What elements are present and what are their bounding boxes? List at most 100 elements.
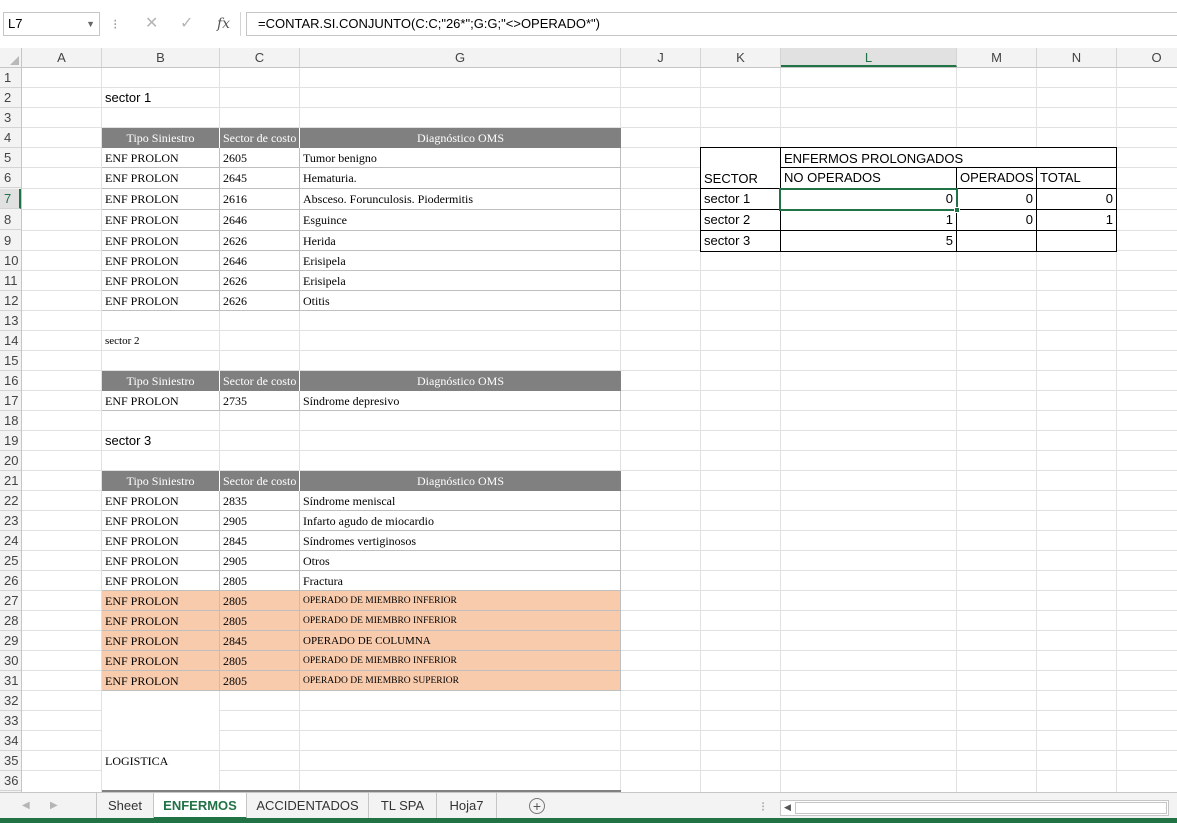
row-header[interactable]: 29 <box>0 631 21 651</box>
more-options-icon[interactable]: ⁝ <box>113 14 117 34</box>
table1-cell-tipo[interactable]: ENF PROLON <box>102 271 220 291</box>
row-header[interactable]: 1 <box>0 68 21 88</box>
horizontal-scrollbar[interactable]: ◀ <box>780 800 1169 816</box>
row-header[interactable]: 2 <box>0 88 21 108</box>
row-header[interactable]: 31 <box>0 671 21 691</box>
label-logistica[interactable]: LOGISTICA <box>102 751 219 771</box>
table3-cell-diagnostico[interactable]: Infarto agudo de miocardio <box>300 511 621 531</box>
table1-cell-diagnostico[interactable]: Hematuria. <box>300 168 621 189</box>
summary-header-total[interactable]: TOTAL <box>1037 168 1116 188</box>
summary-total[interactable]: 0 <box>1037 189 1116 209</box>
more-options-icon[interactable]: ⁝ <box>761 799 765 815</box>
tab-hoja7[interactable]: Hoja7 <box>437 793 497 819</box>
table3-header-sector[interactable]: Sector de costo <box>220 471 300 491</box>
enter-icon[interactable]: ✓ <box>180 14 193 34</box>
column-header-l[interactable]: L <box>781 48 957 67</box>
table1-cell-tipo[interactable]: ENF PROLON <box>102 189 220 210</box>
table3-cell-diagnostico[interactable]: OPERADO DE MIEMBRO SUPERIOR <box>300 671 621 691</box>
column-header-k[interactable]: K <box>701 48 781 67</box>
label-sector-1[interactable]: sector 1 <box>102 88 219 108</box>
table2-cell-sector[interactable]: 2735 <box>220 391 300 411</box>
row-header[interactable]: 19 <box>0 431 21 451</box>
summary-sector[interactable]: sector 2 <box>701 210 780 230</box>
add-sheet-icon[interactable]: + <box>529 798 545 814</box>
row-header[interactable]: 24 <box>0 531 21 551</box>
table3-cell-sector[interactable]: 2805 <box>220 651 300 671</box>
table3-cell-diagnostico[interactable]: Otros <box>300 551 621 571</box>
row-header[interactable]: 30 <box>0 651 21 671</box>
table3-cell-tipo[interactable]: ENF PROLON <box>102 611 220 631</box>
table2-header-diagnostico[interactable]: Diagnóstico OMS <box>300 371 621 391</box>
table3-cell-diagnostico[interactable]: Fractura <box>300 571 621 591</box>
row-header[interactable]: 20 <box>0 451 21 471</box>
label-sector-2[interactable]: sector 2 <box>102 331 219 351</box>
summary-no-operados[interactable]: 5 <box>781 231 956 251</box>
row-header[interactable]: 35 <box>0 751 21 771</box>
tab-sheet[interactable]: Sheet <box>96 793 154 819</box>
table1-cell-sector[interactable]: 2626 <box>220 271 300 291</box>
table1-cell-sector[interactable]: 2626 <box>220 231 300 251</box>
column-header-c[interactable]: C <box>220 48 300 67</box>
table1-cell-sector[interactable]: 2605 <box>220 148 300 168</box>
summary-total[interactable] <box>1037 231 1116 251</box>
table1-cell-diagnostico[interactable]: Tumor benigno <box>300 148 621 168</box>
row-header[interactable]: 12 <box>0 291 21 311</box>
row-header[interactable]: 16 <box>0 371 21 391</box>
table3-cell-tipo[interactable]: ENF PROLON <box>102 531 220 551</box>
table3-header-tipo[interactable]: Tipo Siniestro <box>102 471 220 491</box>
table3-cell-diagnostico[interactable]: OPERADO DE MIEMBRO INFERIOR <box>300 611 621 631</box>
summary-title[interactable]: ENFERMOS PROLONGADOS <box>781 148 1117 167</box>
table1-cell-diagnostico[interactable]: Erisipela <box>300 251 621 271</box>
table3-cell-tipo[interactable]: ENF PROLON <box>102 571 220 591</box>
summary-operados[interactable]: 0 <box>957 189 1036 209</box>
summary-sector[interactable]: sector 1 <box>701 189 780 209</box>
summary-no-operados[interactable]: 1 <box>781 210 956 230</box>
row-header[interactable]: 28 <box>0 611 21 631</box>
table1-cell-tipo[interactable]: ENF PROLON <box>102 210 220 231</box>
table2-header-tipo[interactable]: Tipo Siniestro <box>102 371 220 391</box>
table3-cell-diagnostico[interactable]: OPERADO DE COLUMNA <box>300 631 621 651</box>
chevron-down-icon[interactable]: ▼ <box>86 13 95 35</box>
row-header[interactable]: 3 <box>0 108 21 128</box>
column-header-b[interactable]: B <box>102 48 220 67</box>
column-header-m[interactable]: M <box>957 48 1037 67</box>
row-header[interactable]: 27 <box>0 591 21 611</box>
formula-input[interactable]: =CONTAR.SI.CONJUNTO(C:C;"26*";G:G;"<>OPE… <box>246 12 1177 36</box>
table1-header-sector[interactable]: Sector de costo <box>220 128 300 148</box>
summary-header-no-operados[interactable]: NO OPERADOS <box>781 168 956 188</box>
table1-cell-sector[interactable]: 2626 <box>220 291 300 311</box>
column-header-o[interactable]: O <box>1117 48 1177 67</box>
table1-cell-tipo[interactable]: ENF PROLON <box>102 231 220 251</box>
row-header[interactable]: 18 <box>0 411 21 431</box>
name-box[interactable]: L7 ▼ <box>3 12 100 36</box>
row-header[interactable]: 32 <box>0 691 21 711</box>
table3-cell-sector[interactable]: 2845 <box>220 631 300 651</box>
row-header[interactable]: 25 <box>0 551 21 571</box>
table3-cell-tipo[interactable]: ENF PROLON <box>102 491 220 511</box>
row-header[interactable]: 15 <box>0 351 21 371</box>
row-header[interactable]: 9 <box>0 231 21 251</box>
summary-sector[interactable]: sector 3 <box>701 231 780 251</box>
scroll-left-icon[interactable]: ◀ <box>784 802 791 813</box>
row-header[interactable]: 36 <box>0 771 21 791</box>
summary-total[interactable]: 1 <box>1037 210 1116 230</box>
row-header[interactable]: 13 <box>0 311 21 331</box>
table1-cell-diagnostico[interactable]: Herida <box>300 231 621 251</box>
worksheet-grid[interactable]: sector 1 Tipo Siniestro Sector de costo … <box>22 68 1177 792</box>
tab-enfermos[interactable]: ENFERMOS <box>154 793 247 820</box>
table3-cell-tipo[interactable]: ENF PROLON <box>102 671 220 691</box>
table1-cell-sector[interactable]: 2646 <box>220 210 300 231</box>
table1-cell-diagnostico[interactable]: Absceso. Forunculosis. Piodermitis <box>300 189 621 210</box>
row-header[interactable]: 4 <box>0 128 21 148</box>
column-header-a[interactable]: A <box>22 48 102 67</box>
table3-cell-sector[interactable]: 2905 <box>220 551 300 571</box>
table1-cell-diagnostico[interactable]: Otitis <box>300 291 621 311</box>
row-header[interactable]: 17 <box>0 391 21 411</box>
table3-cell-sector[interactable]: 2805 <box>220 611 300 631</box>
table1-cell-tipo[interactable]: ENF PROLON <box>102 148 220 168</box>
table1-cell-tipo[interactable]: ENF PROLON <box>102 168 220 189</box>
select-all-corner[interactable] <box>0 48 22 67</box>
summary-operados[interactable]: 0 <box>957 210 1036 230</box>
table1-cell-tipo[interactable]: ENF PROLON <box>102 251 220 271</box>
table3-cell-tipo[interactable]: ENF PROLON <box>102 511 220 531</box>
